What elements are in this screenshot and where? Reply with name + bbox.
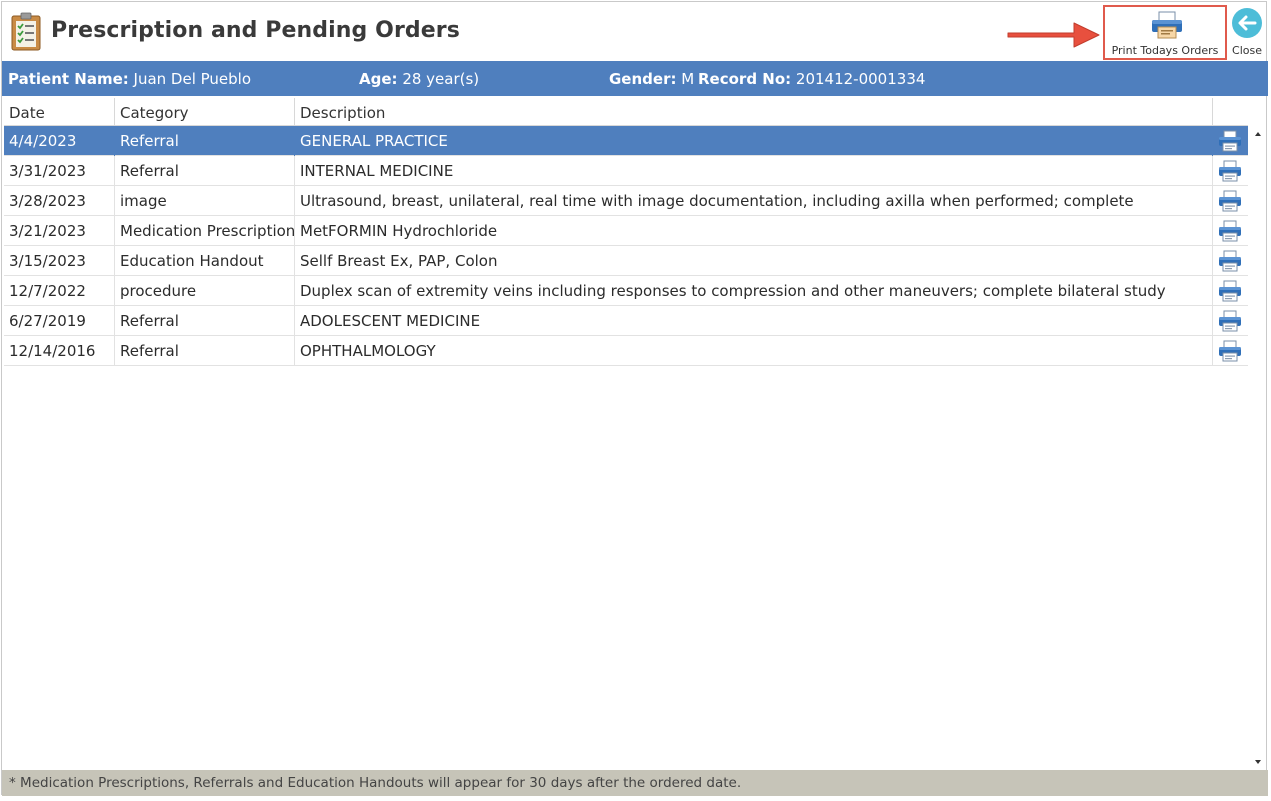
patient-name: Patient Name: Juan Del Pueblo bbox=[8, 70, 251, 88]
table-row[interactable]: 12/14/2016 Referral OPHTHALMOLOGY bbox=[4, 336, 1248, 366]
cell-category: Referral bbox=[115, 306, 295, 336]
cell-print bbox=[1213, 276, 1248, 306]
printer-icon[interactable] bbox=[1218, 310, 1242, 332]
cell-date: 4/4/2023 bbox=[4, 126, 115, 156]
orders-grid: Date Category Description 4/4/2023 Refer… bbox=[4, 98, 1266, 770]
cell-date: 3/15/2023 bbox=[4, 246, 115, 276]
cell-date: 3/28/2023 bbox=[4, 186, 115, 216]
table-row[interactable]: 3/15/2023 Education Handout Sellf Breast… bbox=[4, 246, 1248, 276]
printer-icon[interactable] bbox=[1218, 250, 1242, 272]
patient-record-value: 201412-0001334 bbox=[795, 70, 926, 88]
column-header-date[interactable]: Date bbox=[4, 98, 115, 126]
patient-record-label: Record No: bbox=[698, 70, 792, 88]
printer-icon[interactable] bbox=[1218, 220, 1242, 242]
patient-gender-label: Gender: bbox=[609, 70, 677, 88]
cell-date: 6/27/2019 bbox=[4, 306, 115, 336]
cell-print bbox=[1213, 186, 1248, 216]
table-row[interactable]: 3/21/2023 Medication Prescription MetFOR… bbox=[4, 216, 1248, 246]
cell-category: Referral bbox=[115, 156, 295, 186]
cell-description: OPHTHALMOLOGY bbox=[295, 336, 1213, 366]
cell-print bbox=[1213, 306, 1248, 336]
printer-icon[interactable] bbox=[1218, 130, 1242, 152]
cell-category: Medication Prescription bbox=[115, 216, 295, 246]
cell-description: MetFORMIN Hydrochloride bbox=[295, 216, 1213, 246]
close-label: Close bbox=[1232, 44, 1262, 57]
patient-age-value: 28 year(s) bbox=[402, 70, 480, 88]
cell-description: ADOLESCENT MEDICINE bbox=[295, 306, 1213, 336]
cell-category: Referral bbox=[115, 126, 295, 156]
cell-description: GENERAL PRACTICE bbox=[295, 126, 1213, 156]
table-row[interactable]: 6/27/2019 Referral ADOLESCENT MEDICINE bbox=[4, 306, 1248, 336]
clipboard-checklist-icon bbox=[11, 12, 41, 51]
printer-icon[interactable] bbox=[1218, 160, 1242, 182]
patient-name-value: Juan Del Pueblo bbox=[133, 70, 252, 88]
cell-print bbox=[1213, 216, 1248, 246]
patient-age-label: Age: bbox=[359, 70, 398, 88]
table-row[interactable]: 12/7/2022 procedure Duplex scan of extre… bbox=[4, 276, 1248, 306]
patient-name-label: Patient Name: bbox=[8, 70, 129, 88]
cell-print bbox=[1213, 126, 1248, 156]
cell-description: Sellf Breast Ex, PAP, Colon bbox=[295, 246, 1213, 276]
printer-icon[interactable] bbox=[1218, 340, 1242, 362]
cell-category: Education Handout bbox=[115, 246, 295, 276]
back-arrow-icon bbox=[1232, 8, 1262, 38]
patient-gender-value: M bbox=[681, 70, 695, 88]
print-todays-orders-button[interactable]: Print Todays Orders bbox=[1103, 5, 1227, 60]
printer-icon[interactable] bbox=[1218, 280, 1242, 302]
printer-icon[interactable] bbox=[1218, 190, 1242, 212]
cell-print bbox=[1213, 336, 1248, 366]
cell-description: Ultrasound, breast, unilateral, real tim… bbox=[295, 186, 1213, 216]
page-title: Prescription and Pending Orders bbox=[51, 18, 460, 43]
cell-description: Duplex scan of extremity veins including… bbox=[295, 276, 1213, 306]
cell-description: INTERNAL MEDICINE bbox=[295, 156, 1213, 186]
patient-age: Age: 28 year(s) bbox=[359, 70, 479, 88]
title-bar: Prescription and Pending Orders Print To… bbox=[2, 2, 1266, 61]
footer-note-bar: * Medication Prescriptions, Referrals an… bbox=[2, 770, 1268, 796]
cell-category: Referral bbox=[115, 336, 295, 366]
cell-date: 12/7/2022 bbox=[4, 276, 115, 306]
patient-record: Record No: 201412-0001334 bbox=[698, 70, 925, 88]
printer-icon bbox=[1152, 11, 1182, 39]
grid-rows: 4/4/2023 Referral GENERAL PRACTICE 3/31/… bbox=[4, 126, 1248, 366]
vertical-scrollbar[interactable] bbox=[1250, 126, 1266, 770]
table-row[interactable]: 4/4/2023 Referral GENERAL PRACTICE bbox=[4, 126, 1248, 156]
cell-category: procedure bbox=[115, 276, 295, 306]
cell-date: 3/21/2023 bbox=[4, 216, 115, 246]
cell-date: 3/31/2023 bbox=[4, 156, 115, 186]
column-header-description[interactable]: Description bbox=[295, 98, 1213, 126]
orders-window: Prescription and Pending Orders Print To… bbox=[1, 1, 1268, 796]
print-todays-orders-label: Print Todays Orders bbox=[1111, 44, 1219, 57]
scroll-up-arrow-icon[interactable] bbox=[1250, 126, 1266, 142]
table-row[interactable]: 3/31/2023 Referral INTERNAL MEDICINE bbox=[4, 156, 1248, 186]
column-header-print bbox=[1213, 98, 1248, 126]
grid-header: Date Category Description bbox=[4, 98, 1248, 126]
table-row[interactable]: 3/28/2023 image Ultrasound, breast, unil… bbox=[4, 186, 1248, 216]
patient-info-bar: Patient Name: Juan Del Pueblo Age: 28 ye… bbox=[2, 61, 1268, 96]
cell-category: image bbox=[115, 186, 295, 216]
patient-gender: Gender: M bbox=[609, 70, 694, 88]
close-button[interactable]: Close bbox=[1228, 5, 1266, 60]
column-header-category[interactable]: Category bbox=[115, 98, 295, 126]
scroll-down-arrow-icon[interactable] bbox=[1250, 754, 1266, 770]
footer-note: * Medication Prescriptions, Referrals an… bbox=[9, 775, 742, 791]
red-arrow-icon bbox=[1007, 22, 1100, 48]
cell-print bbox=[1213, 156, 1248, 186]
cell-date: 12/14/2016 bbox=[4, 336, 115, 366]
cell-print bbox=[1213, 246, 1248, 276]
